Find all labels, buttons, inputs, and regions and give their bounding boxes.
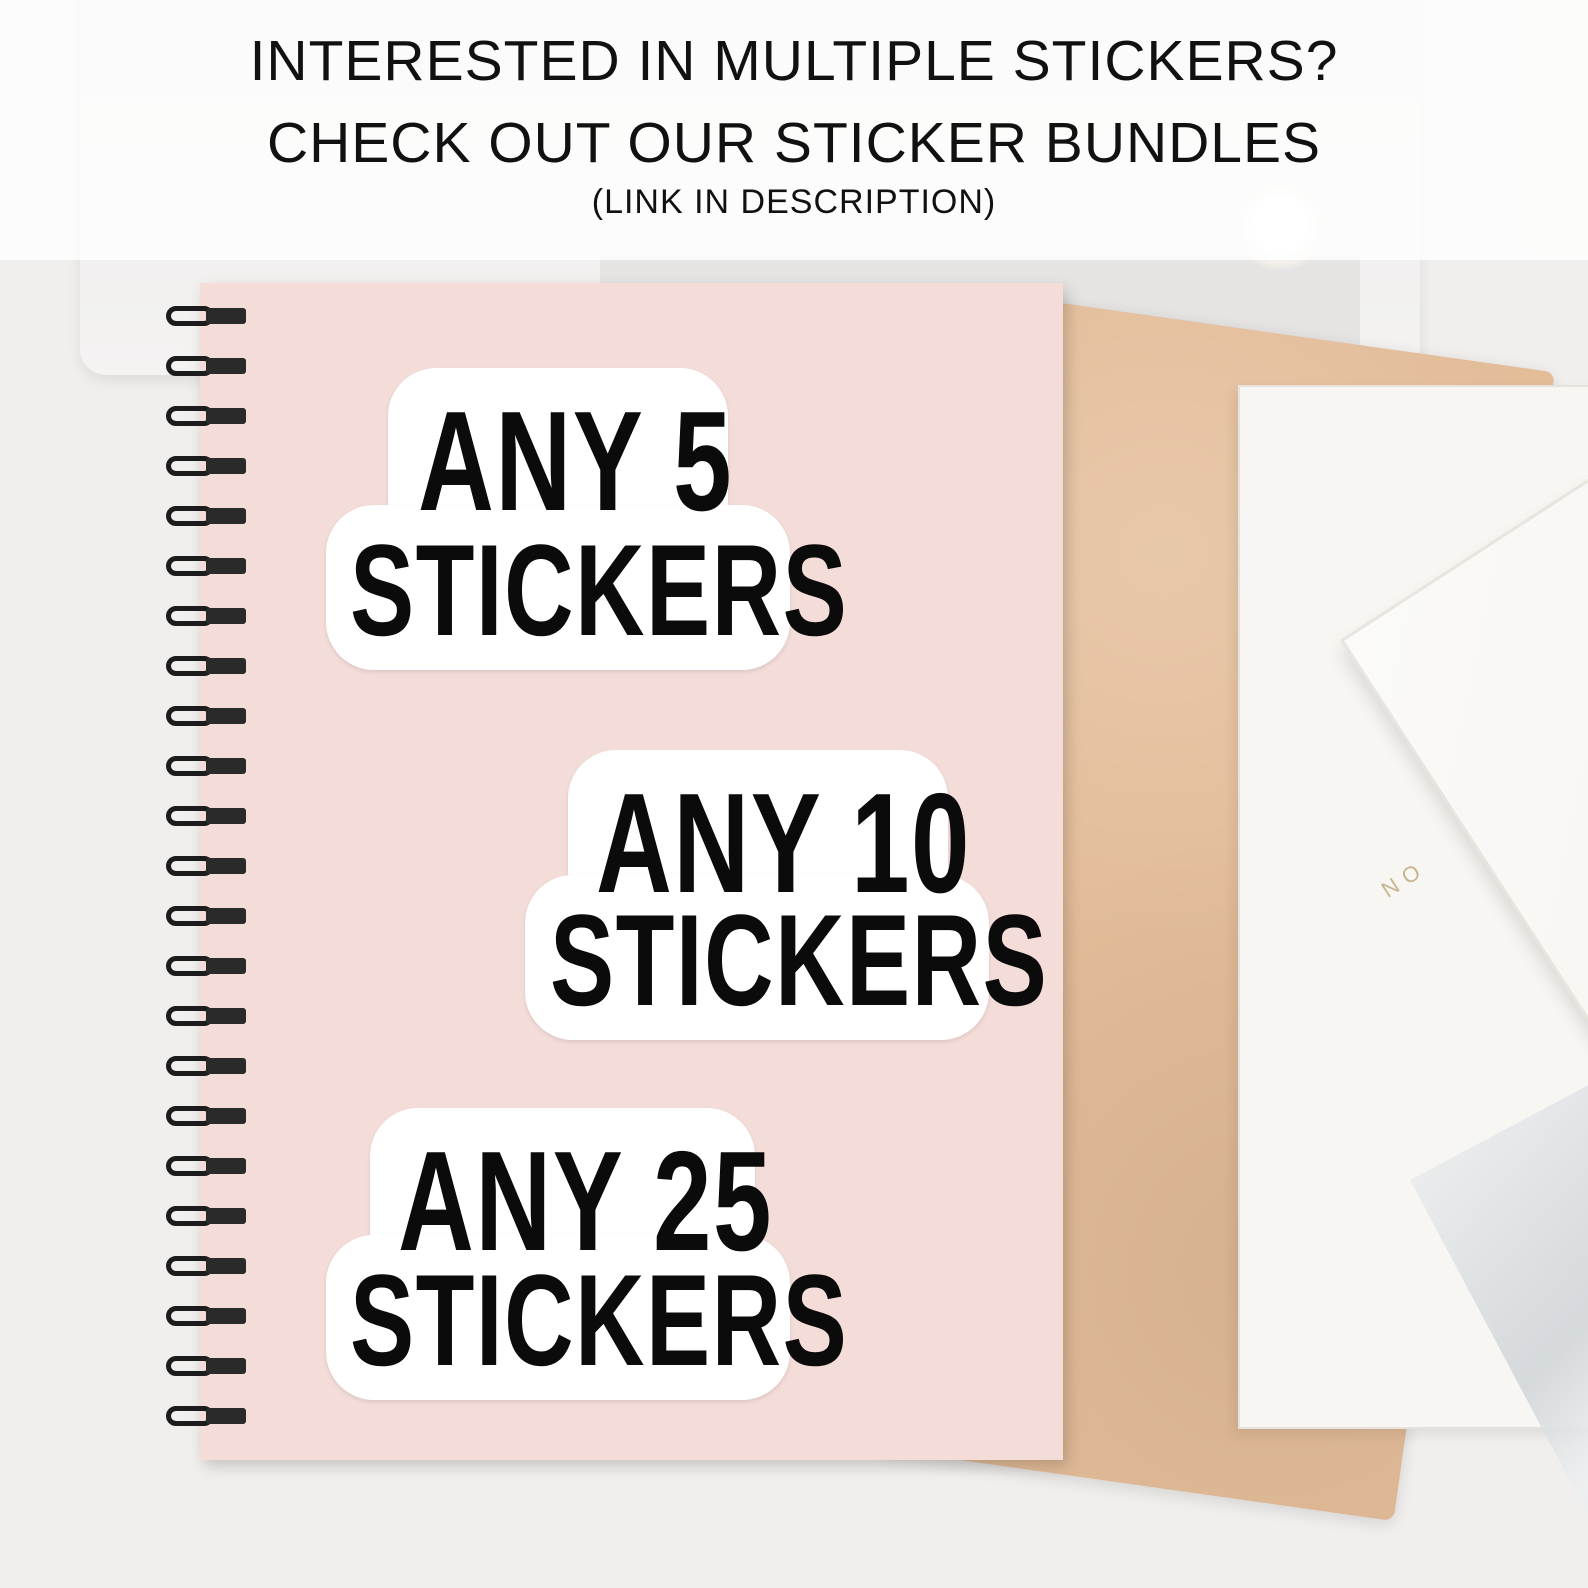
spiral-ring [166,352,252,380]
spiral-ring [166,502,252,530]
spiral-ring [166,1102,252,1130]
spiral-ring [166,1252,252,1280]
spiral-ring [166,1052,252,1080]
spiral-ring [166,1002,252,1030]
sticker-any-10-line2: STICKERS [550,887,1049,1033]
spiral-ring [166,652,252,680]
spiral-ring [166,902,252,930]
spiral-ring [166,452,252,480]
headline: INTERESTED IN MULTIPLE STICKERS? [249,29,1339,93]
spiral-ring [166,1302,252,1330]
spiral-ring [166,302,252,330]
spiral-ring [166,1352,252,1380]
spiral-ring [166,1402,252,1430]
spiral-ring [166,702,252,730]
spiral-ring [166,1152,252,1180]
subheadline: CHECK OUT OUR STICKER BUNDLES [266,111,1322,175]
link-note: (LINK IN DESCRIPTION) [591,183,997,221]
product-photo: NO INTERESTED IN MULTIPLE STICKERS? CHEC… [0,0,1588,1588]
spiral-ring [166,402,252,430]
spiral-ring [166,552,252,580]
spiral-ring [166,752,252,780]
header-banner: INTERESTED IN MULTIPLE STICKERS? CHECK O… [0,0,1588,260]
sticker-any-25-line2: STICKERS [350,1247,849,1393]
spiral-binding [166,302,256,1452]
spiral-ring [166,802,252,830]
spiral-ring [166,602,252,630]
spiral-ring [166,1202,252,1230]
spiral-ring [166,852,252,880]
sticker-any-5-line2: STICKERS [350,517,849,663]
spiral-ring [166,952,252,980]
